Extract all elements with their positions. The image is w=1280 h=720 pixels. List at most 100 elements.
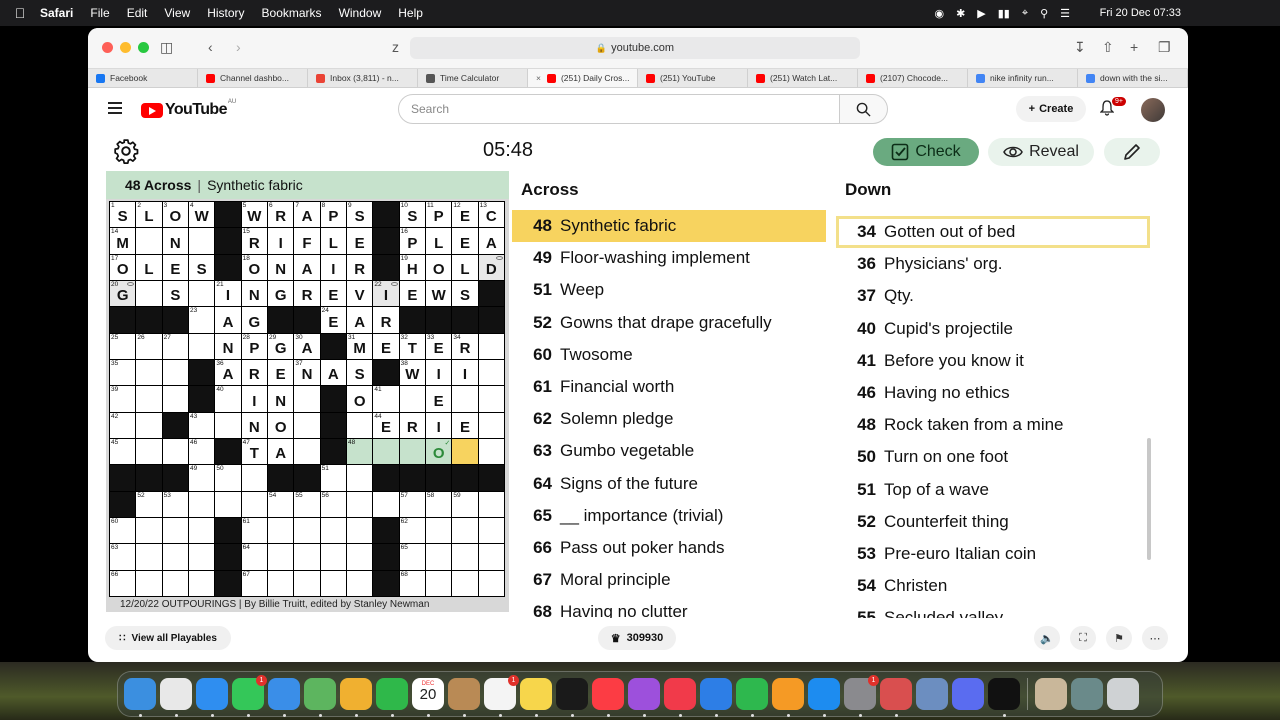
- photos-icon[interactable]: [340, 678, 372, 717]
- grid-cell[interactable]: [478, 386, 504, 412]
- wifi-icon[interactable]: ⌖: [1022, 7, 1028, 20]
- grid-cell[interactable]: 13 C: [478, 202, 504, 228]
- grid-cell[interactable]: 26: [136, 333, 162, 359]
- grid-cell[interactable]: N: [268, 386, 294, 412]
- grid-cell[interactable]: 15 R: [241, 228, 267, 254]
- grid-cell[interactable]: [478, 439, 504, 465]
- grid-cell[interactable]: 12 E: [452, 202, 478, 228]
- grid-cell[interactable]: [162, 518, 188, 544]
- down-clue-row[interactable]: 41 Before you know it: [836, 345, 1150, 377]
- menu-help[interactable]: Help: [398, 6, 423, 20]
- search-button[interactable]: [840, 94, 888, 124]
- grid-cell[interactable]: [189, 518, 215, 544]
- forward-icon[interactable]: ›: [236, 39, 241, 55]
- grid-cell[interactable]: [294, 439, 320, 465]
- grid-cell[interactable]: 60: [110, 518, 136, 544]
- down-clue-row[interactable]: 51 Top of a wave: [836, 474, 1150, 506]
- menu-app-name[interactable]: Safari: [40, 6, 73, 20]
- grid-cell[interactable]: 47 T: [241, 439, 267, 465]
- grid-cell[interactable]: E: [347, 228, 373, 254]
- grid-cell[interactable]: 41: [373, 386, 399, 412]
- grid-cell[interactable]: [347, 544, 373, 570]
- grid-cell[interactable]: 49: [189, 465, 215, 491]
- grid-cell[interactable]: [189, 570, 215, 596]
- grid-cell[interactable]: 2L: [136, 202, 162, 228]
- grid-cell[interactable]: I: [426, 360, 452, 386]
- pencil-mode-button[interactable]: [1104, 138, 1160, 166]
- tv-icon[interactable]: [556, 678, 588, 717]
- preview-icon[interactable]: [916, 678, 948, 710]
- grid-cell[interactable]: I: [241, 386, 267, 412]
- youtube-logo[interactable]: YouTube AU: [141, 99, 236, 119]
- down-clue-row[interactable]: 46 Having no ethics: [836, 377, 1150, 409]
- avatar[interactable]: [1141, 98, 1165, 122]
- grid-cell[interactable]: F: [294, 228, 320, 254]
- more-options-icon[interactable]: ⋯: [1142, 626, 1168, 650]
- grid-cell[interactable]: A: [347, 307, 373, 333]
- grid-cell[interactable]: 11 P: [426, 202, 452, 228]
- grid-cell[interactable]: 22 I: [373, 281, 399, 307]
- sidebar-toggle-icon[interactable]: ◫: [160, 39, 173, 56]
- address-bar[interactable]: 🔒 youtube.com: [410, 37, 860, 59]
- grid-cell[interactable]: [189, 491, 215, 517]
- grid-cell[interactable]: 27: [162, 333, 188, 359]
- grid-cell[interactable]: 8P: [320, 202, 346, 228]
- grid-cell[interactable]: 38 W: [399, 360, 425, 386]
- iphone-mirroring-icon[interactable]: [880, 678, 912, 717]
- browser-tab[interactable]: Inbox (3,811) - n...: [308, 69, 418, 87]
- grid-cell[interactable]: [294, 544, 320, 570]
- down-clue-row[interactable]: 50 Turn on one foot: [836, 441, 1150, 473]
- grid-cell[interactable]: 61: [241, 518, 267, 544]
- grid-cell[interactable]: [399, 386, 425, 412]
- down-clue-row[interactable]: 54 Christen: [836, 570, 1150, 602]
- keynote-icon[interactable]: [700, 678, 732, 717]
- grid-cell[interactable]: 36 A: [215, 360, 241, 386]
- grid-cell[interactable]: L: [426, 228, 452, 254]
- mail-icon[interactable]: [268, 678, 300, 717]
- music-icon[interactable]: [592, 678, 624, 717]
- grid-cell[interactable]: [373, 491, 399, 517]
- back-icon[interactable]: ‹: [208, 39, 213, 55]
- app-store-icon[interactable]: [808, 678, 840, 717]
- grid-cell[interactable]: A: [294, 254, 320, 280]
- grid-cell[interactable]: [478, 491, 504, 517]
- grid-cell[interactable]: [268, 518, 294, 544]
- grid-cell[interactable]: 6R: [268, 202, 294, 228]
- grid-cell[interactable]: 39: [110, 386, 136, 412]
- maps-icon[interactable]: [304, 678, 336, 717]
- grid-cell[interactable]: I: [452, 360, 478, 386]
- across-clue-row[interactable]: 67 Moral principle: [512, 564, 826, 596]
- grid-cell[interactable]: 37 N: [294, 360, 320, 386]
- bluetooth-icon[interactable]: ✱: [956, 7, 965, 20]
- grid-cell[interactable]: 23: [189, 307, 215, 333]
- capcut-icon[interactable]: [988, 678, 1020, 717]
- across-clue-list[interactable]: 48 Synthetic fabric 49 Floor-washing implem…: [512, 210, 826, 618]
- grid-cell[interactable]: O: [426, 254, 452, 280]
- grid-cell[interactable]: 16 P: [399, 228, 425, 254]
- grid-cell[interactable]: R: [294, 281, 320, 307]
- grid-cell[interactable]: 7A: [294, 202, 320, 228]
- browser-tab[interactable]: Time Calculator: [418, 69, 528, 87]
- grid-cell[interactable]: [294, 518, 320, 544]
- grid-cell[interactable]: [347, 412, 373, 438]
- grid-cell[interactable]: 5W: [241, 202, 267, 228]
- down-clue-row[interactable]: 40 Cupid's projectile: [836, 313, 1150, 345]
- grid-cell[interactable]: 43: [189, 412, 215, 438]
- grid-cell[interactable]: 48: [347, 439, 373, 465]
- grid-cell[interactable]: O: [268, 412, 294, 438]
- search-input[interactable]: Search: [398, 94, 840, 124]
- settings-gear-icon[interactable]: [113, 138, 139, 164]
- grid-cell[interactable]: R: [347, 254, 373, 280]
- grid-cell[interactable]: 25: [110, 333, 136, 359]
- fullscreen-window-button[interactable]: [138, 42, 149, 53]
- grid-cell[interactable]: [294, 570, 320, 596]
- hamburger-menu-icon[interactable]: [108, 102, 122, 114]
- create-button[interactable]: + Create: [1016, 96, 1086, 122]
- grid-cell[interactable]: [452, 544, 478, 570]
- grid-cell[interactable]: [426, 544, 452, 570]
- reminders-icon[interactable]: 1: [484, 675, 519, 717]
- grid-cell[interactable]: [452, 439, 478, 465]
- across-clue-row[interactable]: 65 __ importance (trivial): [512, 500, 826, 532]
- browser-tab[interactable]: down with the si...: [1078, 69, 1188, 87]
- grid-cell[interactable]: [189, 281, 215, 307]
